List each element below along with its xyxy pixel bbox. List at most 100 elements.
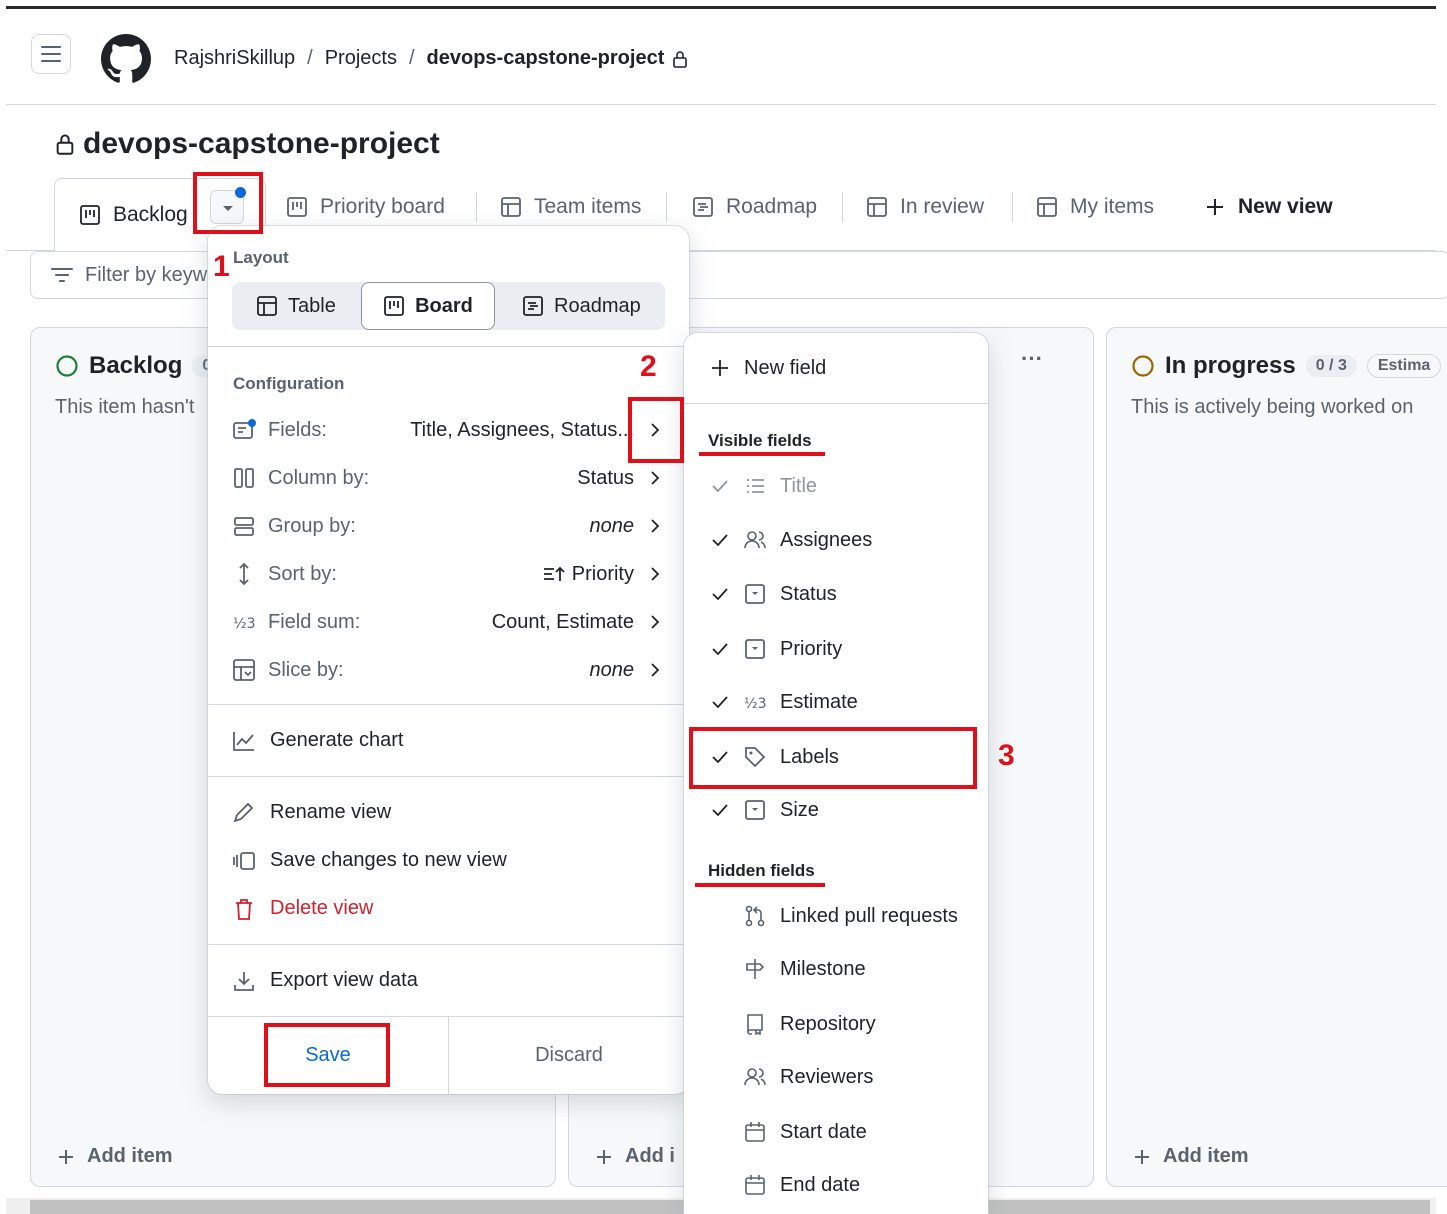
- save-to-new-view-item[interactable]: Save changes to new view: [232, 849, 507, 872]
- check-icon: [712, 480, 728, 493]
- delete-view-item[interactable]: Delete view: [232, 897, 373, 920]
- field-estimate[interactable]: ½3 Estimate: [710, 685, 858, 719]
- field-start-date[interactable]: Start date: [710, 1115, 867, 1149]
- board-column-in-progress: In progress 0 / 3 Estima This is activel…: [1106, 327, 1447, 1187]
- config-value: Count, Estimate: [491, 610, 634, 633]
- add-item-label: Add item: [1163, 1145, 1249, 1167]
- config-field-sum-row[interactable]: ½3 Field sum: Count, Estimate: [232, 602, 662, 642]
- field-status[interactable]: Status: [710, 577, 837, 611]
- field-repository[interactable]: Repository: [710, 1007, 876, 1041]
- breadcrumb-projects-link[interactable]: Projects: [325, 47, 397, 70]
- field-end-date[interactable]: End date: [710, 1168, 860, 1202]
- chevron-right-icon: [651, 471, 660, 485]
- breadcrumb-project-link[interactable]: devops-capstone-project: [427, 47, 665, 70]
- field-label: Estimate: [780, 690, 858, 713]
- field-priority[interactable]: Priority: [710, 632, 842, 666]
- add-item-button[interactable]: Add i: [595, 1145, 675, 1168]
- tab-divider: [666, 192, 667, 222]
- field-reviewers[interactable]: Reviewers: [710, 1060, 873, 1094]
- annotation-box-view-options: [193, 172, 263, 234]
- field-linked-pull-requests[interactable]: Linked pull requests: [710, 899, 958, 933]
- field-assignees[interactable]: Assignees: [710, 523, 872, 557]
- svg-text:½3: ½3: [744, 696, 766, 712]
- columns-icon: [234, 468, 254, 488]
- list-icon: [747, 479, 764, 493]
- board-icon: [287, 197, 307, 217]
- plus-icon: [597, 1149, 611, 1164]
- hamburger-menu-button[interactable]: [31, 34, 71, 74]
- fields-icon: [233, 419, 256, 439]
- tab-roadmap[interactable]: Roadmap: [692, 178, 817, 236]
- status-circle-icon: [56, 355, 78, 377]
- rename-view-item[interactable]: Rename view: [232, 801, 391, 824]
- chevron-right-icon: [651, 615, 660, 629]
- config-group-by-row[interactable]: Group by: none: [232, 506, 662, 546]
- people-icon: [744, 531, 766, 549]
- tab-label: Backlog: [113, 203, 188, 226]
- new-field-item[interactable]: New field: [710, 351, 826, 385]
- config-sort-by-row[interactable]: Sort by: Priority: [232, 554, 662, 594]
- field-label: Priority: [780, 637, 843, 660]
- graph-icon: [233, 731, 254, 751]
- add-item-button[interactable]: Add item: [57, 1145, 173, 1168]
- github-logo-icon[interactable]: [101, 34, 151, 84]
- menu-divider: [684, 403, 988, 404]
- add-item-button[interactable]: Add item: [1133, 1145, 1249, 1168]
- delete-view-label: Delete view: [270, 897, 374, 919]
- layout-roadmap-option[interactable]: Roadmap: [522, 282, 641, 330]
- menu-divider: [208, 346, 689, 347]
- menu-divider: [208, 776, 689, 777]
- breadcrumb-separator: /: [408, 47, 415, 69]
- annotation-underline-visible: [699, 452, 825, 456]
- layout-switcher: Table Board Roadmap: [232, 282, 665, 330]
- breadcrumb-owner-link[interactable]: RajshriSkillup: [174, 47, 295, 70]
- tab-divider: [842, 192, 843, 222]
- field-size[interactable]: Size: [710, 793, 819, 827]
- git-pull-request-icon: [745, 905, 765, 927]
- layout-table-option[interactable]: Table: [256, 282, 336, 330]
- field-label: Milestone: [780, 957, 866, 980]
- table-icon: [501, 197, 521, 217]
- plus-icon: [1207, 199, 1223, 215]
- discard-button[interactable]: Discard: [449, 1017, 689, 1093]
- field-milestone[interactable]: Milestone: [710, 952, 866, 986]
- lock-icon: [56, 134, 74, 155]
- number-icon: ½3: [233, 616, 255, 632]
- column-more-options-button[interactable]: ···: [1021, 346, 1043, 372]
- config-column-by-row[interactable]: Column by: Status: [232, 458, 662, 498]
- field-label: Assignees: [780, 528, 873, 551]
- tab-my-items[interactable]: My items: [1036, 178, 1154, 236]
- generate-chart-item[interactable]: Generate chart: [232, 729, 403, 752]
- new-view-label: New view: [1238, 195, 1333, 218]
- field-label: Title: [780, 474, 818, 497]
- tab-label: My items: [1070, 195, 1154, 218]
- hidden-fields-label: Hidden fields: [708, 861, 815, 880]
- plus-icon: [1135, 1149, 1149, 1164]
- generate-chart-label: Generate chart: [270, 729, 404, 751]
- field-label: Linked pull requests: [780, 904, 958, 927]
- config-fields-row[interactable]: Fields: Title, Assignees, Status...: [232, 410, 662, 450]
- layout-board-option[interactable]: Board: [361, 282, 495, 330]
- menu-divider: [208, 944, 689, 945]
- view-options-menu: Layout Table Board Roadmap Configuration…: [208, 226, 689, 1094]
- layout-label: Roadmap: [554, 294, 641, 317]
- field-label: Reviewers: [780, 1065, 874, 1088]
- board-icon: [80, 205, 100, 225]
- annotation-number: 3: [998, 739, 1015, 772]
- new-view-button[interactable]: New view: [1204, 178, 1333, 236]
- copy-view-icon: [233, 851, 255, 870]
- tab-label: Priority board: [320, 195, 445, 218]
- sort-icon: [239, 562, 249, 586]
- milestone-icon: [746, 959, 765, 979]
- tab-in-review[interactable]: In review: [866, 178, 984, 236]
- config-label: Fields:: [268, 418, 327, 441]
- annotation-number: 1: [213, 250, 230, 283]
- tab-label: Roadmap: [726, 195, 818, 218]
- slice-icon: [233, 659, 255, 681]
- board-icon: [384, 296, 404, 316]
- config-slice-by-row[interactable]: Slice by: none: [232, 650, 662, 690]
- check-icon: [712, 534, 728, 547]
- project-title: devops-capstone-project: [83, 127, 440, 160]
- export-view-item[interactable]: Export view data: [232, 969, 418, 992]
- svg-text:½3: ½3: [233, 616, 255, 632]
